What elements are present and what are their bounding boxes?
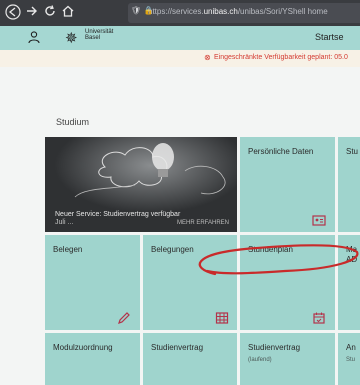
tile-modulzuordnung[interactable]: Modulzuordnung xyxy=(45,333,140,385)
home-icon[interactable] xyxy=(59,4,77,22)
tile-label: An Stu xyxy=(346,343,356,363)
grid-icon xyxy=(215,311,229,325)
calendar-icon xyxy=(312,311,326,325)
warning-icon: ⊗ xyxy=(204,53,211,62)
startseite-link[interactable]: Startse xyxy=(315,32,344,42)
tile-label: Belegen xyxy=(53,245,83,254)
reload-icon[interactable] xyxy=(41,4,59,22)
university-logo[interactable]: Universität Basel xyxy=(85,29,113,41)
id-card-icon xyxy=(312,213,326,227)
promo-headline: Neuer Service: Studienvertrag verfügbar … xyxy=(55,211,181,226)
annotation-ellipse xyxy=(198,244,359,276)
section-title: Studium xyxy=(56,117,90,127)
tile-an[interactable]: An Stu xyxy=(338,333,360,385)
pencil-icon xyxy=(117,311,131,325)
tile-belegen[interactable]: Belegen xyxy=(45,235,140,330)
app-header xyxy=(0,26,360,50)
tile-stu[interactable]: Stu xyxy=(338,137,360,232)
tile-label: Stu xyxy=(346,147,359,156)
notice-text[interactable]: Eingeschränkte Verfügbarkeit geplant: 05… xyxy=(214,54,348,61)
university-logo-icon[interactable]: ✵ xyxy=(65,29,78,47)
tile-label: Modulzuordnung xyxy=(53,343,113,352)
user-icon[interactable] xyxy=(27,30,41,44)
tile-persoenliche-daten[interactable]: Persönliche Daten xyxy=(240,137,335,232)
tile-studienvertrag[interactable]: Studienvertrag xyxy=(143,333,237,385)
back-icon[interactable] xyxy=(4,4,22,22)
tile-label: Studienvertrag (laufend) xyxy=(248,343,301,363)
promo-tile[interactable]: Neuer Service: Studienvertrag verfügbar … xyxy=(45,137,237,232)
forward-icon[interactable] xyxy=(23,4,41,22)
url-text[interactable]: https://services.unibas.ch/unibas/Sori/Y… xyxy=(148,7,328,16)
tile-label: Studienvertrag xyxy=(151,343,204,352)
tile-label: Persönliche Daten xyxy=(248,147,314,156)
promo-more-link[interactable]: MEHR ERFAHREN xyxy=(177,220,229,226)
tile-studienvertrag-laufend[interactable]: Studienvertrag (laufend) xyxy=(240,333,335,385)
